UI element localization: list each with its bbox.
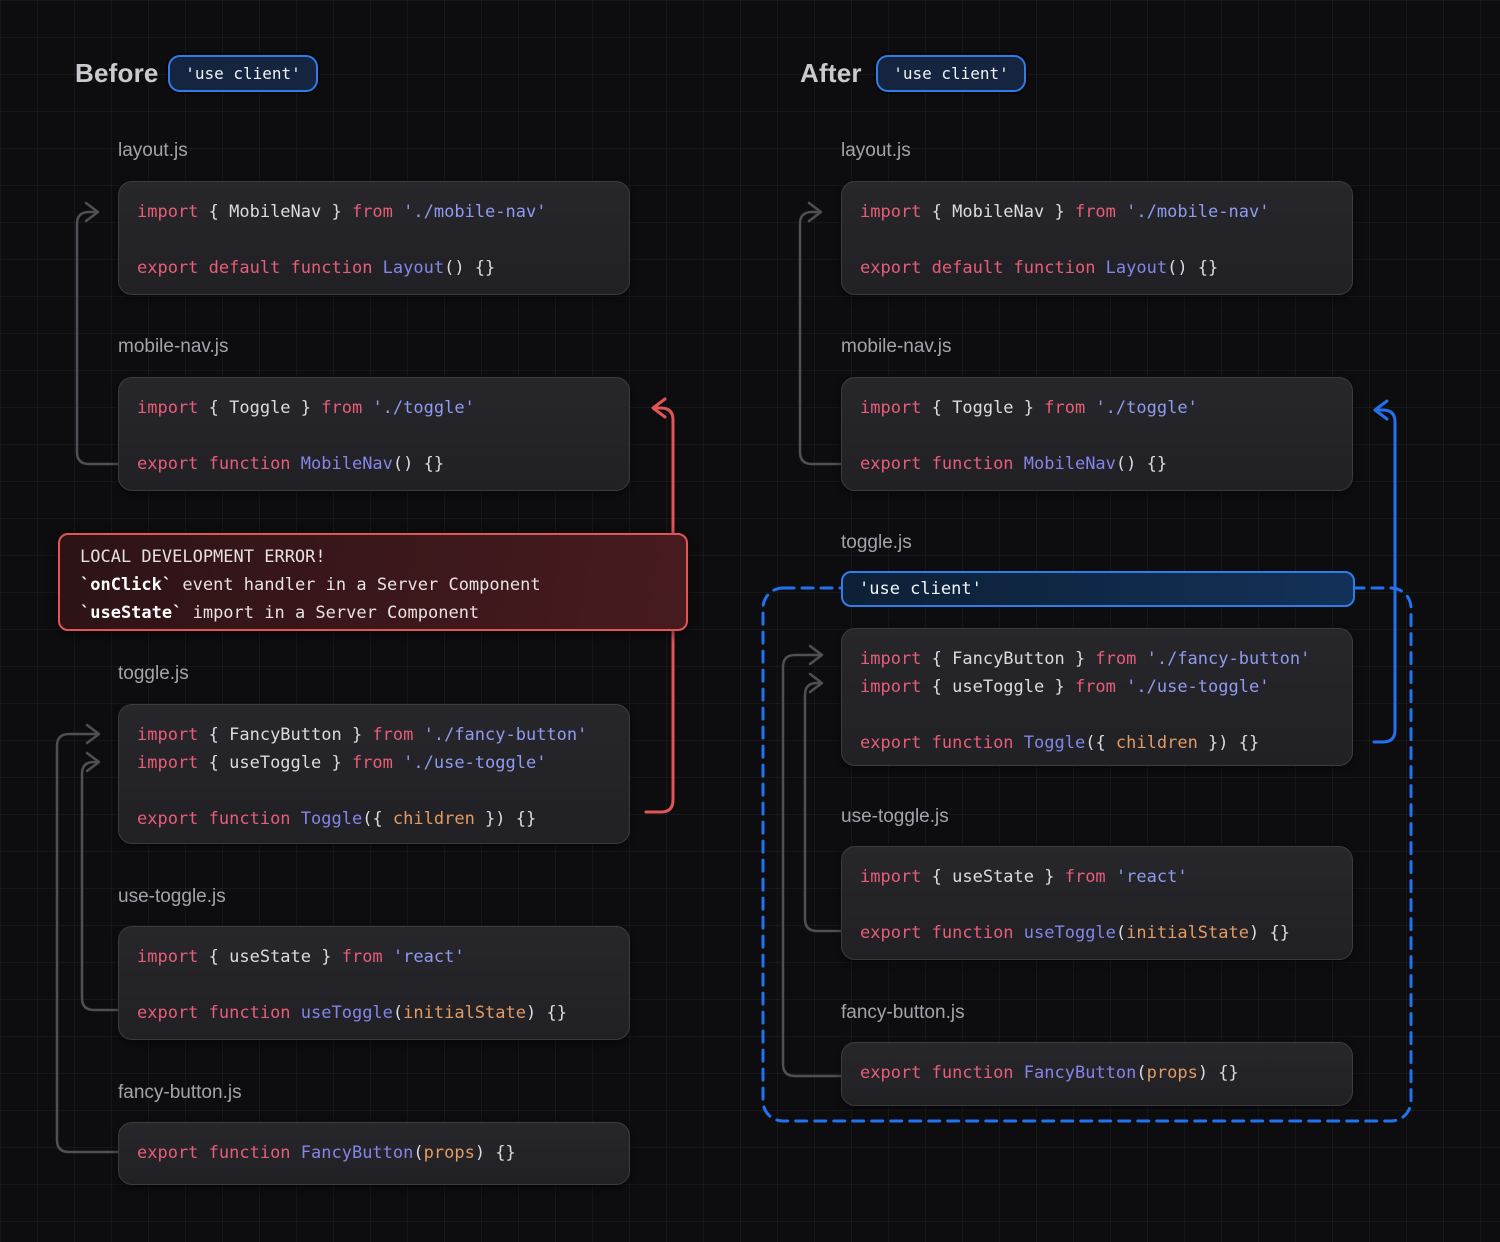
after-use-client-badge: 'use client' <box>876 55 1026 92</box>
before-code-box-fancy-button: export function FancyButton(props) {} <box>118 1122 630 1185</box>
after-code-box-toggle: import { FancyButton } from './fancy-but… <box>841 628 1353 766</box>
arrow-after-toggle-to-mobilenav <box>1374 410 1395 742</box>
after-heading: After <box>800 58 862 89</box>
before-file-label-toggle: toggle.js <box>118 663 189 685</box>
after-code-box-layout: import { MobileNav } from './mobile-nav'… <box>841 181 1353 295</box>
after-file-label-mobile-nav: mobile-nav.js <box>841 336 952 358</box>
after-file-label-fancy-button: fancy-button.js <box>841 1002 965 1024</box>
after-code-box-fancy-button: export function FancyButton(props) {} <box>841 1042 1353 1106</box>
before-file-label-mobile-nav: mobile-nav.js <box>118 336 229 358</box>
before-heading: Before <box>75 58 159 89</box>
after-code-box-mobile-nav: import { Toggle } from './toggle' export… <box>841 377 1353 491</box>
after-file-label-use-toggle: use-toggle.js <box>841 806 949 828</box>
after-code-box-use-toggle: import { useState } from 'react' export … <box>841 846 1353 960</box>
before-code-box-use-toggle: import { useState } from 'react' export … <box>118 926 630 1040</box>
before-use-client-badge: 'use client' <box>168 55 318 92</box>
diagram-canvas: Before 'use client' layout.js import { M… <box>0 0 1500 1242</box>
error-message-lines: `onClick` event handler in a Server Comp… <box>80 571 666 627</box>
local-development-error-box: LOCAL DEVELOPMENT ERROR! `onClick` event… <box>58 533 688 631</box>
before-file-label-fancy-button: fancy-button.js <box>118 1082 242 1104</box>
after-file-label-layout: layout.js <box>841 140 911 162</box>
before-file-label-layout: layout.js <box>118 140 188 162</box>
before-file-label-use-toggle: use-toggle.js <box>118 886 226 908</box>
before-code-box-layout: import { MobileNav } from './mobile-nav'… <box>118 181 630 295</box>
after-file-label-toggle: toggle.js <box>841 532 912 554</box>
before-code-box-mobile-nav: import { Toggle } from './toggle' export… <box>118 377 630 491</box>
use-client-directive-bar: 'use client' <box>841 571 1355 607</box>
error-title: LOCAL DEVELOPMENT ERROR! <box>80 543 666 571</box>
before-code-box-toggle: import { FancyButton } from './fancy-but… <box>118 704 630 844</box>
